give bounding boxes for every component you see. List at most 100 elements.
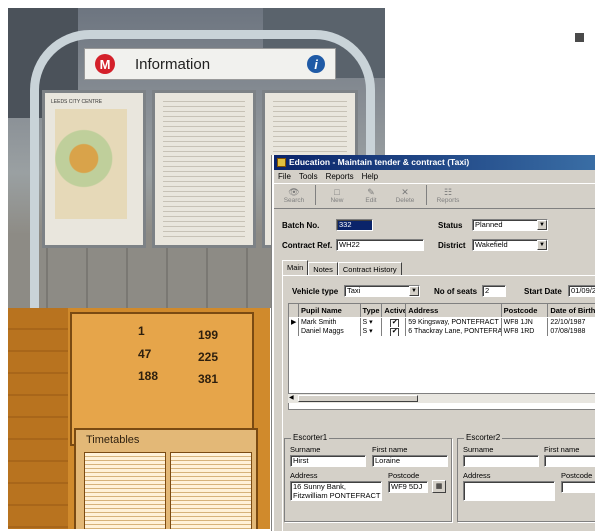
route-board: 1 47 188 199 225 381 [70,312,254,446]
reports-button[interactable]: ☷ Reports [432,184,464,206]
escorter1-address-label: Address [290,471,318,480]
info-icon: i [307,55,325,73]
lookup-icon: ▦ [435,483,443,490]
column-header-type[interactable]: Type [361,304,383,317]
column-header-postcode[interactable]: Postcode [502,304,549,317]
escorter1-firstname-field[interactable]: Loraine [372,455,448,467]
horizontal-scrollbar[interactable]: ◀ [288,393,595,403]
timetable-sheet [170,452,252,529]
table-row[interactable]: ▶ Mark Smith S ▾ ✔ 59 Kingsway, PONTEFRA… [289,318,595,327]
route-number: 199 [198,328,219,342]
chevron-down-icon[interactable]: ▾ [369,319,373,326]
bus-stop-photo: B 1 47 188 199 225 381 Timetables [8,308,270,529]
metro-logo: M [95,54,115,74]
district-label: District [438,241,466,250]
escorter2-postcode-label: Postcode [561,471,593,480]
route-number: 225 [198,350,219,364]
delete-icon: ✕ [401,186,409,197]
escorter1-surname-field[interactable]: Hirst [290,455,366,467]
scrollbar-thumb[interactable] [298,395,418,402]
timetable-panel [152,90,256,248]
grid-header: Pupil Name Type Active Address Postcode … [289,304,595,317]
batch-no-field[interactable]: 332 [336,219,373,231]
district-select[interactable]: Wakefield ▼ [472,239,548,251]
route-number: 188 [138,369,159,383]
column-header-dob[interactable]: Date of Birth [548,304,595,317]
escorter2-firstname-label: First name [544,445,580,454]
active-checkbox[interactable]: ✔ [390,319,400,327]
escorter2-title: Escorter2 [464,433,503,442]
search-button[interactable]: 👁 Search [278,184,310,206]
escorter1-address-field[interactable]: 16 Sunny Bank, Fitzwilliam PONTEFRACT [290,481,382,501]
escorter1-surname-label: Surname [290,445,321,454]
toolbar: 👁 Search □ New ✎ Edit ✕ Delete ☷ Reports [274,183,595,209]
report-icon: ☷ [443,186,453,197]
vehicle-type-select[interactable]: Taxi ▼ [344,285,420,297]
route-number: 47 [138,347,152,361]
menu-reports[interactable]: Reports [326,171,354,183]
status-select[interactable]: Planned ▼ [472,219,548,231]
escorter2-surname-field[interactable] [463,455,539,467]
chevron-down-icon[interactable]: ▼ [537,220,547,230]
contract-ref-label: Contract Ref. [282,241,333,250]
contract-ref-field[interactable]: WH22 [336,239,424,251]
escorter1-firstname-label: First name [372,445,408,454]
menu-tools[interactable]: Tools [299,171,318,183]
status-label: Status [438,221,463,230]
timetables-label: Timetables [86,434,140,446]
chevron-down-icon[interactable]: ▾ [369,328,373,335]
binoculars-icon: 👁 [288,186,300,197]
maintain-tender-window: Education - Maintain tender & contract (… [272,155,595,531]
tab-notes[interactable]: Notes [308,262,338,276]
route-number: 1 [138,324,145,338]
no-of-seats-field[interactable]: 2 [482,285,506,297]
address-lookup-button[interactable]: ▦ [432,480,446,493]
table-row[interactable]: Daniel Maggs S ▾ ✔ 6 Thackray Lane, PONT… [289,327,595,336]
map-title: LEEDS CITY CENTRE [51,99,103,105]
chevron-down-icon[interactable]: ▼ [537,240,547,250]
row-pointer-icon: ▶ [289,318,299,327]
escorter2-postcode-field[interactable] [561,481,595,493]
delete-button[interactable]: ✕ Delete [389,184,421,206]
start-date-field[interactable]: 01/09/20 [568,285,595,297]
scroll-left-icon[interactable]: ◀ [289,394,294,401]
timetable-sheet [84,452,166,529]
timetables-board: Timetables [74,428,258,529]
tab-strip: Main Notes Contract History [282,260,402,276]
batch-no-label: Batch No. [282,221,320,230]
title-bar[interactable]: Education - Maintain tender & contract (… [274,155,595,170]
escorter1-postcode-label: Postcode [388,471,420,480]
edit-icon: ✎ [367,186,375,197]
vehicle-type-label: Vehicle type [292,287,339,296]
column-header-pupil-name[interactable]: Pupil Name [299,304,361,317]
column-header-active[interactable]: Active [382,304,407,317]
escorter2-firstname-field[interactable] [544,455,595,467]
wall [8,308,68,529]
start-date-label: Start Date [524,287,562,296]
edit-button[interactable]: ✎ Edit [355,184,387,206]
information-sign-text: Information [135,55,211,73]
menu-file[interactable]: File [278,171,291,183]
column-header-address[interactable]: Address [406,304,502,317]
map-panel: LEEDS CITY CENTRE [42,90,146,248]
escorter1-postcode-field[interactable]: WF9 5DJ [388,481,428,493]
window-title: Education - Maintain tender & contract (… [289,157,470,167]
chevron-down-icon[interactable]: ▼ [409,286,419,296]
escorter2-surname-label: Surname [463,445,494,454]
city-map [55,109,127,219]
new-document-icon: □ [334,186,340,197]
route-number: 381 [198,372,219,386]
tab-main[interactable]: Main [282,260,309,276]
active-checkbox[interactable]: ✔ [390,328,400,336]
menu-bar: File Tools Reports Help [274,171,595,183]
no-of-seats-label: No of seats [434,287,478,296]
app-icon [277,158,286,167]
tab-contract-history[interactable]: Contract History [337,262,402,276]
menu-help[interactable]: Help [362,171,378,183]
escorter2-address-label: Address [463,471,491,480]
information-sign: M Information i [84,48,336,80]
escorter2-address-field[interactable] [463,481,555,501]
new-button[interactable]: □ New [321,184,353,206]
escorter1-title: Escorter1 [291,433,330,442]
bullet-square [575,33,584,42]
